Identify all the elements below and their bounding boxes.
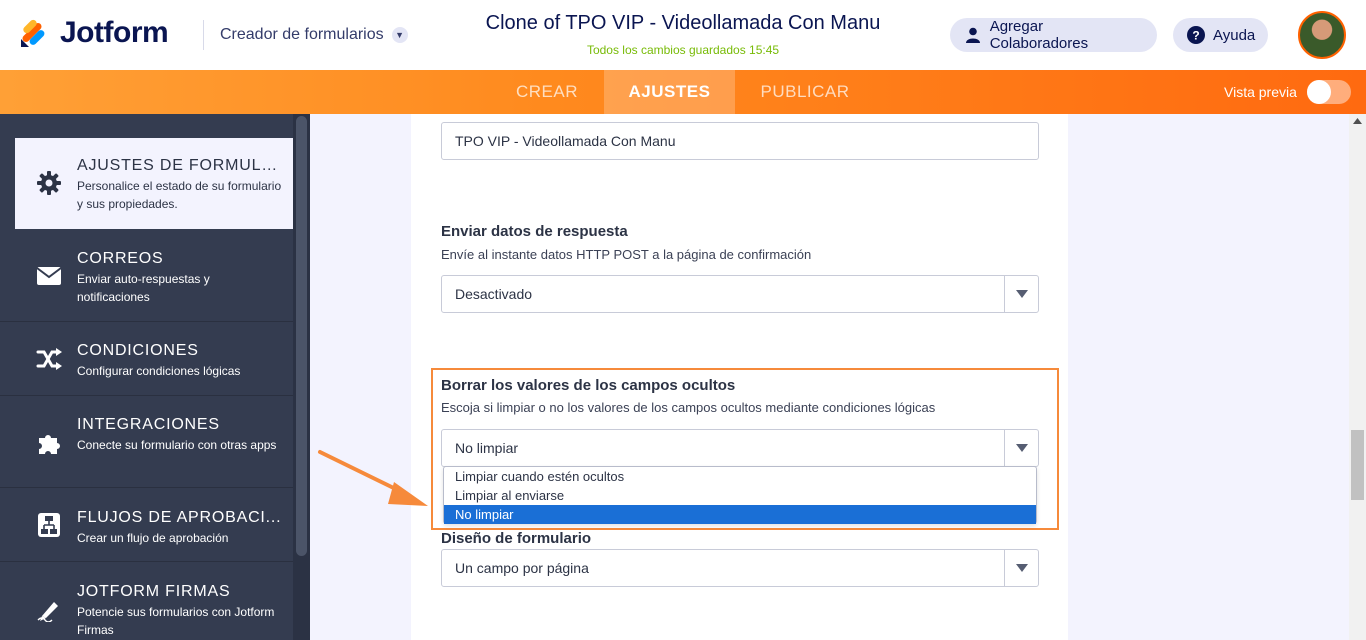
chevron-down-icon: ▼ xyxy=(391,27,408,43)
save-status: Todos los cambios guardados 15:45 xyxy=(586,43,780,57)
sidebar-item-desc: Conecte su formulario con otras apps xyxy=(77,438,277,452)
form-layout-select-value: Un campo por página xyxy=(455,560,589,576)
sidebar-item-title: INTEGRACIONES xyxy=(77,416,220,433)
shuffle-icon xyxy=(35,345,63,373)
sidebar-item-desc: Crear un flujo de aprobación xyxy=(77,531,229,545)
sidebar-item-approval-flows[interactable]: FLUJOS DE APROBACI... Crear un flujo de … xyxy=(0,489,293,562)
form-title-area: Clone of TPO VIP - Videollamada Con Manu… xyxy=(433,12,933,57)
jotform-logo-icon xyxy=(18,17,50,49)
builder-dropdown[interactable]: Creador de formularios ▼ xyxy=(220,26,408,44)
signature-pen-icon xyxy=(35,596,63,624)
preview-control: Vista previa xyxy=(1224,80,1351,104)
sidebar-item-signatures[interactable]: JOTFORM FIRMAS Potencie sus formularios … xyxy=(0,563,293,640)
page-scrollbar[interactable] xyxy=(1349,114,1366,640)
main-nav: CREAR AJUSTES PUBLICAR xyxy=(0,70,1366,114)
preview-toggle[interactable] xyxy=(1306,80,1351,104)
sidebar-item-conditions[interactable]: CONDICIONES Configurar condiciones lógic… xyxy=(0,323,293,396)
form-title-input-value: TPO VIP - Videollamada Con Manu xyxy=(455,133,676,149)
user-avatar[interactable] xyxy=(1298,11,1346,59)
form-title-input[interactable]: TPO VIP - Videollamada Con Manu xyxy=(441,122,1039,160)
sidebar-item-desc: Personalice el estado de su formulario y… xyxy=(77,179,282,211)
sidebar-item-desc: Potencie sus formularios con Jotform Fir… xyxy=(77,605,275,637)
dropdown-option[interactable]: Limpiar cuando estén ocultos xyxy=(444,467,1036,486)
tab-ajustes[interactable]: AJUSTES xyxy=(604,70,735,114)
dropdown-arrow-icon xyxy=(1004,430,1038,466)
sidebar-item-desc: Enviar auto-respuestas y notificaciones xyxy=(77,272,210,304)
help-button[interactable]: ? Ayuda xyxy=(1173,18,1268,52)
svg-text:?: ? xyxy=(1192,29,1199,43)
form-title[interactable]: Clone of TPO VIP - Videollamada Con Manu xyxy=(433,12,933,35)
sidebar-scrollbar-thumb[interactable] xyxy=(296,116,307,556)
clear-hidden-options-list: Limpiar cuando estén ocultos Limpiar al … xyxy=(443,466,1037,524)
clear-hidden-select-value: No limpiar xyxy=(455,440,519,456)
page-scrollbar-thumb[interactable] xyxy=(1351,430,1364,500)
envelope-icon xyxy=(35,262,63,290)
sidebar-item-title: CONDICIONES xyxy=(77,342,199,359)
builder-label: Creador de formularios xyxy=(220,26,384,43)
workflow-icon xyxy=(35,511,63,539)
annotation-arrow-icon xyxy=(318,450,428,506)
form-layout-label: Diseño de formulario xyxy=(441,530,592,547)
sidebar-item-desc: Configurar condiciones lógicas xyxy=(77,364,241,378)
gear-icon xyxy=(35,169,63,197)
clear-hidden-description: Escoja si limpiar o no los valores de lo… xyxy=(441,400,936,415)
tab-crear[interactable]: CREAR xyxy=(490,70,604,114)
preview-label: Vista previa xyxy=(1224,84,1297,100)
send-post-description: Envíe al instante datos HTTP POST a la p… xyxy=(441,247,812,262)
clear-hidden-select[interactable]: No limpiar xyxy=(441,429,1039,467)
add-collaborators-button[interactable]: Agregar Colaboradores xyxy=(950,18,1157,52)
help-label: Ayuda xyxy=(1213,26,1256,44)
form-layout-select[interactable]: Un campo por página xyxy=(441,549,1039,587)
top-header: Jotform Creador de formularios ▼ Clone o… xyxy=(0,0,1366,70)
scroll-up-icon[interactable] xyxy=(1353,118,1362,124)
clear-hidden-label: Borrar los valores de los campos ocultos xyxy=(441,377,736,394)
sidebar-item-form-settings[interactable]: AJUSTES DE FORMULA... Personalice el est… xyxy=(15,138,293,229)
dropdown-arrow-icon xyxy=(1004,550,1038,586)
send-post-label: Enviar datos de respuesta xyxy=(441,223,628,240)
jotform-logo[interactable]: Jotform xyxy=(18,16,169,50)
toggle-knob xyxy=(1306,80,1331,104)
help-icon: ? xyxy=(1187,26,1205,44)
header-divider xyxy=(203,20,204,50)
tab-publicar[interactable]: PUBLICAR xyxy=(735,70,875,114)
sidebar-item-integrations[interactable]: INTEGRACIONES Conecte su formulario con … xyxy=(0,397,293,488)
send-post-select-value: Desactivado xyxy=(455,286,533,302)
sidebar-scrollbar[interactable] xyxy=(293,114,310,640)
dropdown-option[interactable]: Limpiar al enviarse xyxy=(444,486,1036,505)
puzzle-icon xyxy=(35,429,63,457)
dropdown-option-selected[interactable]: No limpiar xyxy=(444,505,1036,524)
dropdown-arrow-icon xyxy=(1004,276,1038,312)
sidebar-item-title: AJUSTES DE FORMULA... xyxy=(77,157,283,174)
sidebar-item-title: JOTFORM FIRMAS xyxy=(77,583,231,600)
sidebar-item-emails[interactable]: CORREOS Enviar auto-respuestas y notific… xyxy=(0,230,293,322)
sidebar-item-title: FLUJOS DE APROBACI... xyxy=(77,509,282,526)
add-collaborators-label: Agregar Colaboradores xyxy=(989,18,1089,52)
sidebar-item-title: CORREOS xyxy=(77,250,164,267)
user-icon xyxy=(964,26,982,44)
brand-name: Jotform xyxy=(60,16,169,49)
send-post-select[interactable]: Desactivado xyxy=(441,275,1039,313)
